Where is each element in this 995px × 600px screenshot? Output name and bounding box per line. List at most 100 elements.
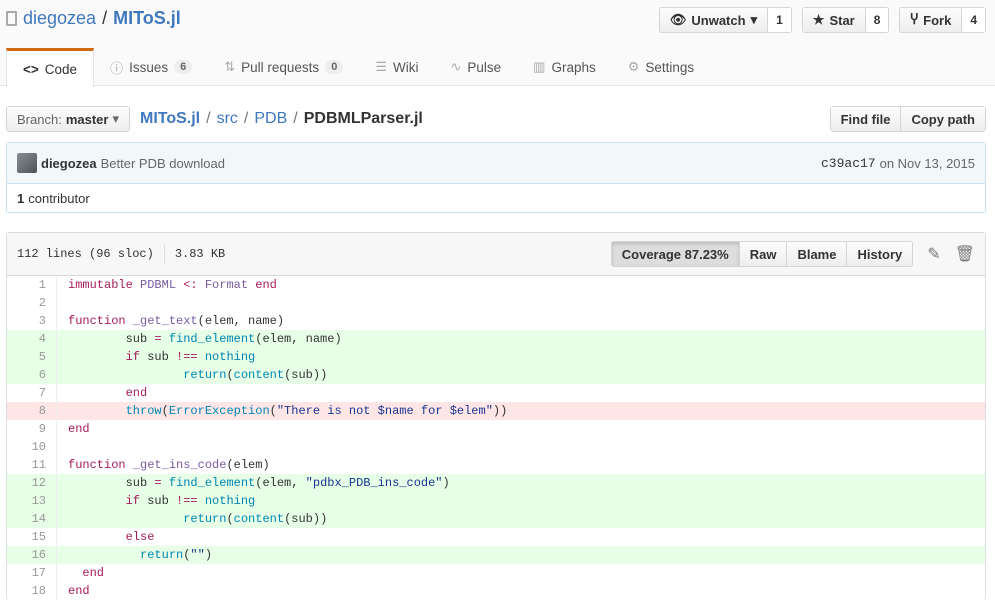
code-line: 15 else <box>7 528 985 546</box>
code-token: Format <box>204 278 256 292</box>
fork-button-group[interactable]: Ⴤ Fork 4 <box>899 7 986 33</box>
code-content <box>57 438 985 456</box>
line-number[interactable]: 9 <box>7 420 57 438</box>
line-number[interactable]: 8 <box>7 402 57 420</box>
code-token: PDBML <box>140 278 184 292</box>
branch-label: Branch: <box>17 111 62 127</box>
unwatch-label: Unwatch <box>691 12 746 28</box>
line-number[interactable]: 10 <box>7 438 57 456</box>
code-token: ) <box>204 548 213 562</box>
unwatch-button[interactable]: 👁 Unwatch ▾ <box>659 8 769 32</box>
code-content: end <box>57 564 985 582</box>
commit-sha[interactable]: c39ac17 <box>821 156 876 171</box>
line-number[interactable]: 15 <box>7 528 57 546</box>
contributors-count: 1 <box>17 190 25 206</box>
code-token: sub <box>147 494 177 508</box>
line-number[interactable]: 2 <box>7 294 57 312</box>
line-number[interactable]: 3 <box>7 312 57 330</box>
star-button-group[interactable]: ★ Star 8 <box>801 7 890 33</box>
pr-counter: 0 <box>325 60 344 74</box>
tab-issues[interactable]: ⓘ Issues 6 <box>94 48 208 86</box>
line-number[interactable]: 14 <box>7 510 57 528</box>
tab-settings[interactable]: ⚙ Settings <box>612 48 710 86</box>
history-button[interactable]: History <box>846 242 913 266</box>
repo-owner-link[interactable]: diegozea <box>23 8 96 29</box>
watch-button-group[interactable]: 👁 Unwatch ▾ 1 <box>658 7 792 33</box>
code-line: 17 end <box>7 564 985 582</box>
tab-pull-requests[interactable]: ⇅ Pull requests 0 <box>208 48 359 86</box>
tab-pulse[interactable]: ∿ Pulse <box>434 48 517 86</box>
pencil-icon[interactable]: ✎ <box>927 244 940 264</box>
code-icon: <> <box>23 61 39 77</box>
code-token: ) <box>442 476 450 490</box>
breadcrumb-src[interactable]: src <box>217 110 238 128</box>
breadcrumb-repo[interactable]: MIToS.jl <box>140 110 200 128</box>
code-content: if sub !== nothing <box>57 348 985 366</box>
blame-button[interactable]: Blame <box>786 242 847 266</box>
code-token: (elem) <box>226 458 270 472</box>
avatar[interactable] <box>17 153 37 173</box>
code-token: end <box>68 566 105 580</box>
code-token: else <box>68 530 155 544</box>
code-content: immutable PDBML <: Format end <box>57 276 985 294</box>
code-content: end <box>57 420 985 438</box>
line-number[interactable]: 1 <box>7 276 57 294</box>
code-token: if <box>68 494 148 508</box>
code-content <box>57 294 985 312</box>
repo-name-link[interactable]: MIToS.jl <box>113 8 181 29</box>
line-number[interactable]: 17 <box>7 564 57 582</box>
code-content: return(content(sub)) <box>57 510 985 528</box>
code-token: end <box>68 584 90 598</box>
code-token: = <box>154 476 169 490</box>
code-token: end <box>68 386 148 400</box>
breadcrumb-pdb[interactable]: PDB <box>254 110 287 128</box>
line-number[interactable]: 11 <box>7 456 57 474</box>
breadcrumb-file: PDBMLParser.jl <box>303 110 423 127</box>
graph-icon: ▥ <box>533 59 546 74</box>
commit-message[interactable]: Better PDB download <box>101 156 225 171</box>
line-number[interactable]: 7 <box>7 384 57 402</box>
code-token: find_element <box>168 332 256 346</box>
commit-author[interactable]: diegozea <box>41 156 97 171</box>
code-line: 9 end <box>7 420 985 438</box>
coverage-button[interactable]: Coverage 87.23% <box>611 242 739 266</box>
line-number[interactable]: 18 <box>7 582 57 600</box>
line-number[interactable]: 12 <box>7 474 57 492</box>
star-label: Star <box>829 12 855 28</box>
code-token: throw <box>68 404 162 418</box>
find-file-button[interactable]: Find file <box>830 107 901 131</box>
line-number[interactable]: 6 <box>7 366 57 384</box>
code-token: "There is not $name for $elem" <box>276 404 493 418</box>
trash-icon[interactable]: 🗑 <box>955 244 975 264</box>
tab-label: Code <box>44 61 78 77</box>
code-token: function <box>68 314 133 328</box>
tab-graphs[interactable]: ▥ Graphs <box>517 48 612 86</box>
star-button[interactable]: ★ Star <box>802 8 866 32</box>
tab-code[interactable]: <> Code <box>6 48 95 87</box>
code-content: sub = find_element(elem, name) <box>57 330 985 348</box>
code-token: (elem, <box>255 476 306 490</box>
tab-label: Wiki <box>392 59 419 75</box>
line-number[interactable]: 13 <box>7 492 57 510</box>
code-token: !== <box>176 494 205 508</box>
copy-path-button[interactable]: Copy path <box>900 107 985 131</box>
line-number[interactable]: 16 <box>7 546 57 564</box>
issue-icon: ⓘ <box>110 60 124 76</box>
watchers-count[interactable]: 1 <box>768 8 791 32</box>
line-number[interactable]: 5 <box>7 348 57 366</box>
file-viewer: 112 lines (96 sloc) 3.83 KB Coverage 87.… <box>6 232 986 600</box>
fork-button[interactable]: Ⴤ Fork <box>900 8 963 32</box>
raw-button[interactable]: Raw <box>738 242 787 266</box>
stars-count[interactable]: 8 <box>865 8 889 32</box>
forks-count[interactable]: 4 <box>962 8 985 32</box>
branch-select[interactable]: Branch: master ▾ <box>6 106 130 132</box>
code-token: ( <box>269 404 277 418</box>
contributors[interactable]: 1 contributor <box>7 184 985 212</box>
tab-label: Pull requests <box>241 59 320 75</box>
line-number[interactable]: 4 <box>7 330 57 348</box>
code-token: (sub)) <box>284 368 328 382</box>
commit-date: on Nov 13, 2015 <box>879 155 975 171</box>
repo-separator: / <box>102 8 108 28</box>
code-line: 13 if sub !== nothing <box>7 492 985 510</box>
tab-wiki[interactable]: ☰ Wiki <box>359 48 434 86</box>
